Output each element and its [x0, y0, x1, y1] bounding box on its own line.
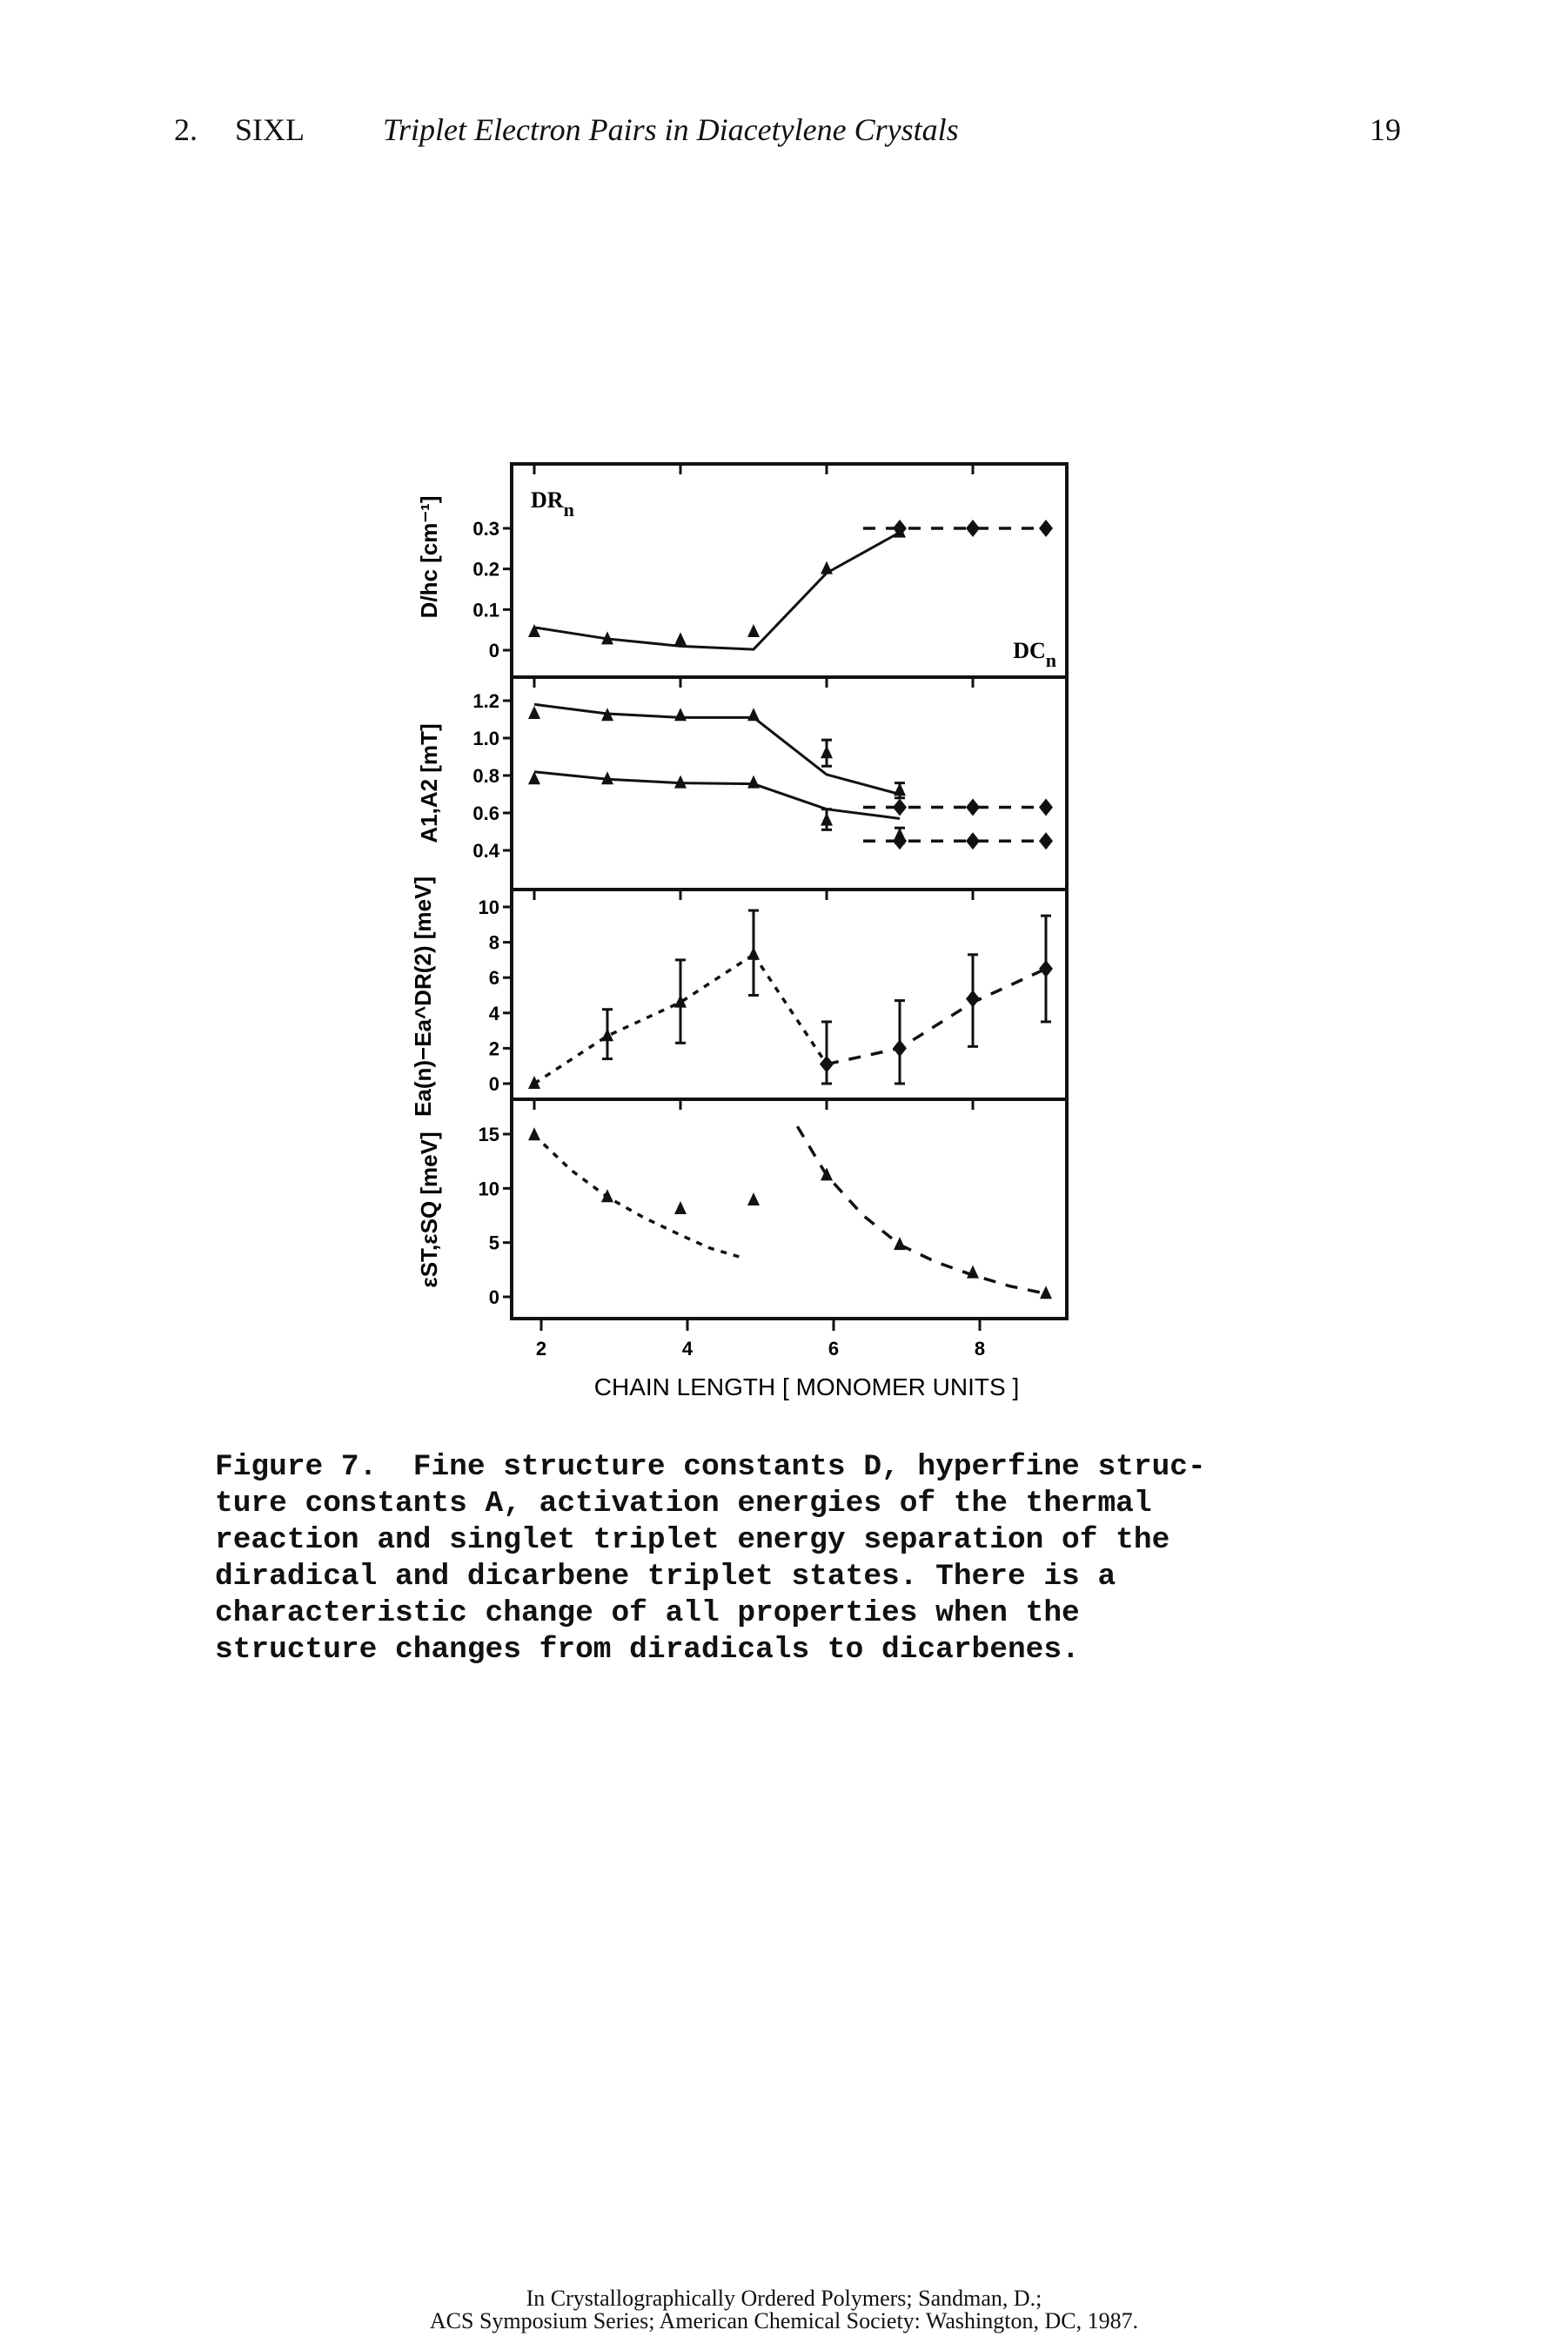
y-axis-label: A1,A2 [mT] — [416, 723, 442, 843]
y-tick-label: 10 — [479, 1178, 499, 1199]
caption-line: diradical and dicarbene triplet states. … — [215, 1560, 1116, 1594]
diamond-marker — [1039, 960, 1053, 978]
citation-footer: In Crystallographically Ordered Polymers… — [0, 2287, 1568, 2333]
footer-line-2: ACS Symposium Series; American Chemical … — [429, 2308, 1139, 2333]
series-line-dashed — [826, 967, 1047, 1066]
triangle-marker — [747, 946, 760, 960]
y-tick-label: 1.2 — [472, 690, 499, 712]
diamond-marker — [966, 520, 980, 537]
y-tick-label: 0.1 — [472, 599, 499, 621]
panel-frame — [510, 888, 1069, 1101]
y-tick-label: 2 — [489, 1037, 499, 1059]
panel-Ea: 0 2 4 6 8 10 Ea(n)−Ea^DR(2) [meV] — [410, 876, 1069, 1117]
y-tick-label: 0 — [489, 640, 499, 661]
y-tick-label: 0 — [489, 1073, 499, 1095]
triangle-marker — [747, 1192, 760, 1206]
panel-D: 0 0.1 0.2 0.3 D/hc [cm⁻¹] DRn DCn — [416, 462, 1069, 679]
footer-line-1: In Crystallographically Ordered Polymers… — [526, 2286, 1042, 2311]
diamond-marker — [1039, 520, 1053, 537]
y-tick-label: 1.0 — [472, 728, 499, 749]
diamond-marker — [893, 798, 907, 816]
series-line-solid — [533, 531, 901, 651]
panel-eps: 0 5 10 15 εST,εSQ [meV] — [416, 1098, 1069, 1320]
triangle-marker — [747, 624, 760, 637]
triangle-marker — [821, 812, 833, 826]
y-tick-label: 6 — [489, 967, 499, 989]
diamond-marker — [1039, 798, 1053, 816]
panel-annotation: DRn — [531, 487, 574, 520]
caption-line: characteristic change of all properties … — [215, 1596, 1080, 1630]
diamond-marker — [966, 832, 980, 850]
x-axis-title: CHAIN LENGTH [ MONOMER UNITS ] — [594, 1373, 1019, 1400]
triangle-marker — [894, 782, 906, 796]
panel-annotation: DCn — [1013, 638, 1056, 671]
y-axis-label: D/hc [cm⁻¹] — [416, 496, 442, 619]
y-tick-label: 8 — [489, 932, 499, 954]
triangle-marker — [747, 775, 760, 789]
y-tick-label: 10 — [479, 896, 499, 918]
y-tick-label: 0.3 — [472, 518, 499, 540]
x-tick-label: 6 — [828, 1338, 839, 1360]
y-axis-label: εST,εSQ [meV] — [416, 1131, 442, 1287]
y-tick-label: 15 — [479, 1124, 499, 1145]
panel-frame — [510, 675, 1069, 891]
panel-frame — [510, 1098, 1069, 1320]
triangle-marker — [967, 1265, 979, 1279]
triangle-marker — [1040, 1286, 1052, 1299]
caption-line: Figure 7. Fine structure constants D, hy… — [215, 1450, 1206, 1484]
diamond-marker — [966, 798, 980, 816]
y-tick-label: 0.4 — [472, 840, 499, 862]
figure-7-chart: 0 0.1 0.2 0.3 D/hc [cm⁻¹] DRn DCn 0.4 0.6 0.8 1.0 1… — [410, 462, 1069, 1400]
y-tick-label: 0.8 — [472, 765, 499, 787]
y-tick-label: 4 — [489, 1003, 500, 1024]
triangle-marker — [894, 1237, 906, 1251]
triangle-marker — [747, 708, 760, 722]
caption-line: structure changes from diradicals to dic… — [215, 1633, 1080, 1667]
triangle-marker — [674, 708, 687, 722]
x-tick-label: 4 — [682, 1338, 694, 1360]
triangle-marker — [528, 624, 540, 637]
series-line-solid — [533, 702, 901, 796]
panel-A: 0.4 0.6 0.8 1.0 1.2 A1,A2 [mT] — [416, 675, 1069, 891]
triangle-marker — [528, 1127, 540, 1141]
caption-line: reaction and singlet triplet energy sepa… — [215, 1523, 1170, 1557]
triangle-marker — [674, 1201, 687, 1215]
diamond-marker — [1039, 832, 1053, 850]
y-axis-label: Ea(n)−Ea^DR(2) [meV] — [410, 876, 436, 1117]
figure-caption: Figure 7. Fine structure constants D, hy… — [215, 1449, 1381, 1668]
triangle-marker — [528, 706, 540, 720]
triangle-marker — [674, 632, 687, 646]
series-line-dotted — [533, 953, 754, 1085]
panel-frame — [510, 462, 1069, 679]
diamond-marker — [893, 832, 907, 850]
series-line-dotted — [533, 1133, 740, 1259]
caption-line: ture constants A, activation energies of… — [215, 1487, 1152, 1521]
y-tick-label: 0.6 — [472, 802, 499, 824]
diamond-marker — [893, 1039, 907, 1058]
triangle-marker — [821, 561, 833, 574]
y-tick-label: 0.2 — [472, 559, 499, 581]
x-tick-label: 2 — [536, 1338, 546, 1360]
y-tick-label: 5 — [489, 1232, 499, 1254]
diamond-marker — [966, 990, 980, 1008]
diamond-marker — [820, 1055, 834, 1073]
triangle-marker — [821, 745, 833, 759]
y-tick-label: 0 — [489, 1286, 499, 1308]
x-tick-label: 8 — [975, 1338, 985, 1360]
series-line-dotted — [752, 953, 828, 1065]
series-line-dashed — [795, 1125, 1047, 1295]
